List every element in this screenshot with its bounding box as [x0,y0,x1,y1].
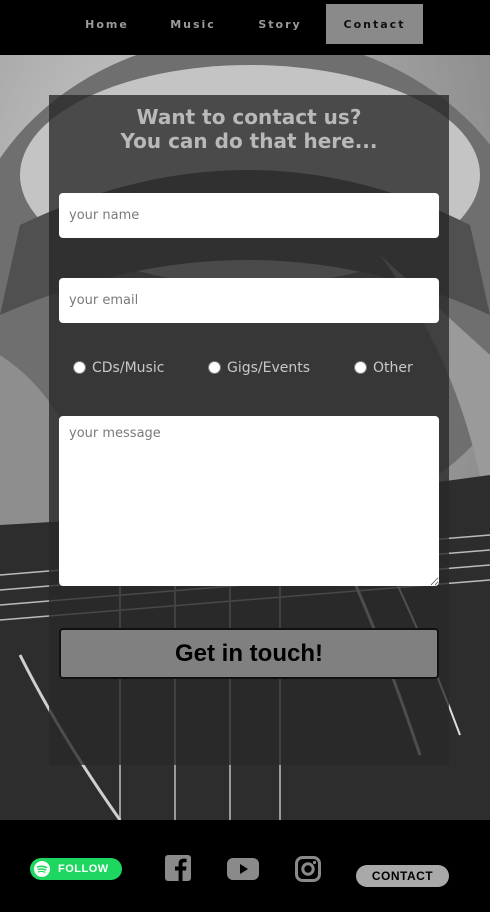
nav-item-story[interactable]: Story [240,4,320,44]
form-heading-line2: You can do that here... [120,129,378,153]
radio-other[interactable] [354,360,367,374]
nav-item-home[interactable]: Home [67,4,147,44]
radio-cds-music[interactable] [73,360,86,374]
radio-label-cds-music: CDs/Music [92,360,165,376]
facebook-icon[interactable] [165,855,191,881]
radio-label-gigs-events: Gigs/Events [227,360,311,376]
spotify-follow-label: FOLLOW [58,863,109,875]
top-nav: Home Music Story Contact [0,0,490,55]
radio-label-other: Other [373,360,413,376]
radio-option-other[interactable]: Other [354,360,413,376]
email-input[interactable] [59,278,439,323]
footer-contact-button[interactable]: CONTACT [356,865,449,887]
name-input[interactable] [59,193,439,238]
get-in-touch-button[interactable]: Get in touch! [59,628,439,679]
youtube-icon[interactable] [227,858,259,880]
radio-option-gigs-events[interactable]: Gigs/Events [208,360,310,376]
spotify-follow-button[interactable]: FOLLOW [30,858,122,880]
radio-option-cds-music[interactable]: CDs/Music [73,360,164,376]
radio-gigs-events[interactable] [208,360,221,374]
message-textarea[interactable] [59,416,439,586]
spotify-icon [34,861,50,877]
form-heading: Want to contact us? You can do that here… [49,105,449,153]
nav-item-contact[interactable]: Contact [326,4,423,44]
form-heading-line1: Want to contact us? [136,105,362,129]
nav-item-music[interactable]: Music [153,4,233,44]
footer: FOLLOW CONTACT [0,820,490,912]
instagram-icon[interactable] [295,856,321,882]
